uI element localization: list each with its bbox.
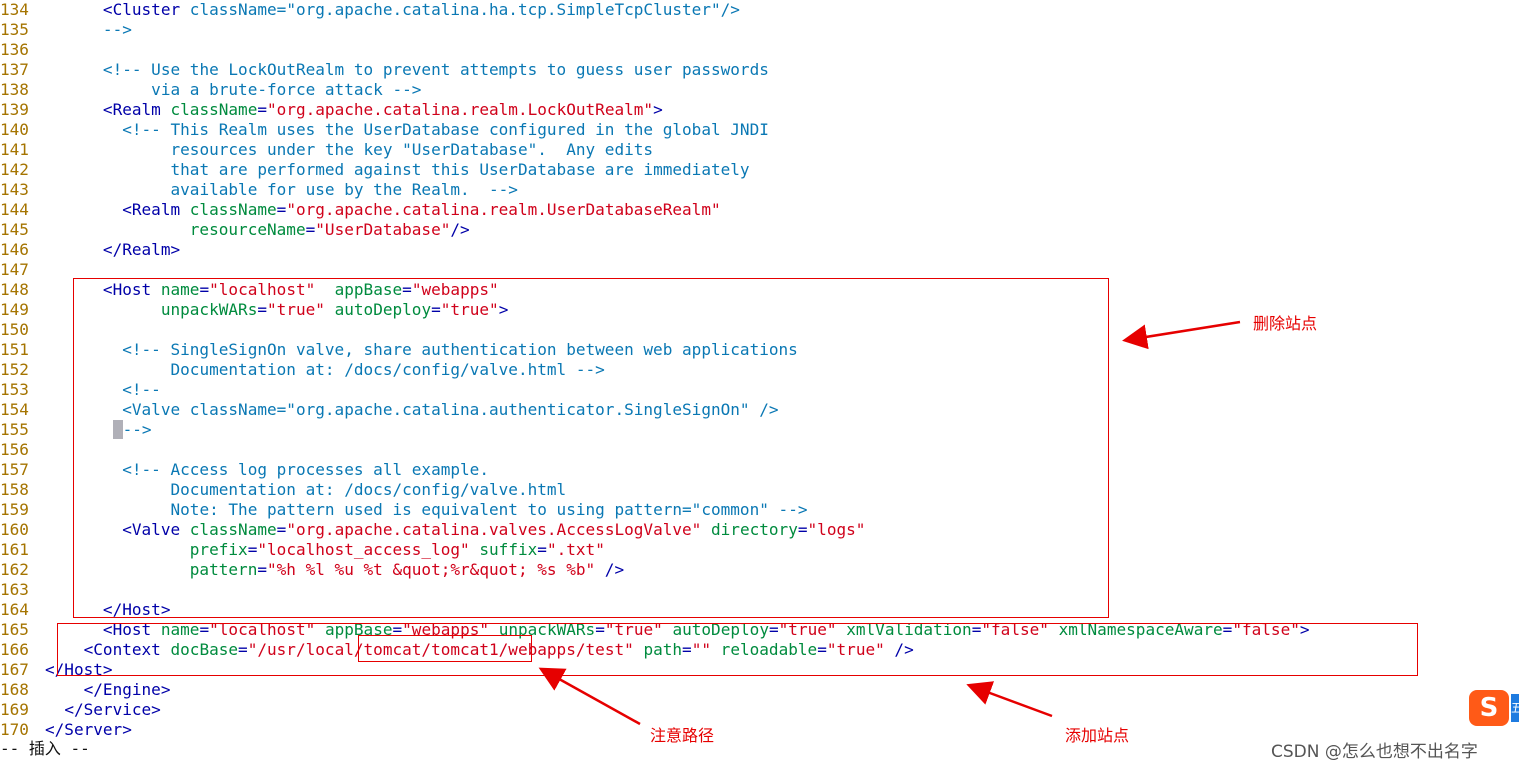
add-site-arrow bbox=[966, 681, 1053, 718]
note-path-arrow bbox=[538, 667, 641, 726]
delete-site-label: 删除站点 bbox=[1253, 314, 1318, 333]
delete-site-arrow bbox=[1122, 320, 1241, 350]
csdn-watermark: CSDN @怎么也想不出名字 bbox=[1271, 742, 1478, 762]
sogou-ime-edge: 五 bbox=[1511, 694, 1519, 722]
annotation-arrows bbox=[538, 320, 1241, 726]
sogou-ime-icon[interactable]: S bbox=[1469, 690, 1509, 726]
note-path-label: 注意路径 bbox=[650, 726, 715, 745]
add-site-label: 添加站点 bbox=[1065, 726, 1130, 745]
